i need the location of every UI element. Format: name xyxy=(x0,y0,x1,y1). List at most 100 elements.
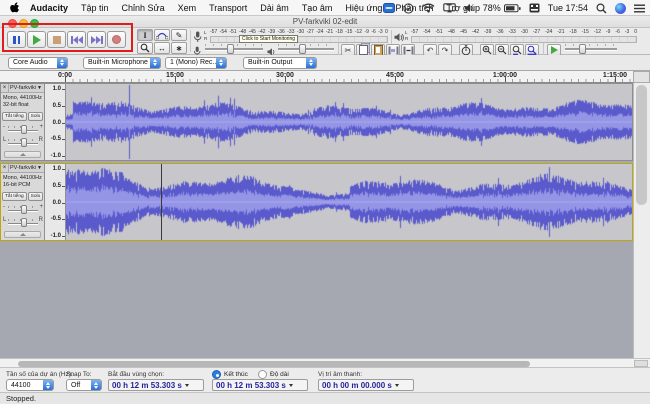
menu-clock[interactable]: Tue 17:54 xyxy=(548,3,588,13)
menu-item-2[interactable]: Tập tin xyxy=(81,3,109,13)
track1-waveform[interactable] xyxy=(66,84,632,160)
siri-icon[interactable] xyxy=(615,2,626,14)
meter-tick: -57 xyxy=(411,29,419,35)
display-mirroring-icon[interactable] xyxy=(443,3,456,13)
selection-end-field[interactable]: 00 h 12 m 53.303 s xyxy=(212,379,308,391)
vruler-label: -0.5 xyxy=(50,216,61,223)
stop-icon xyxy=(52,35,61,44)
recording-volume-slider[interactable] xyxy=(205,43,263,54)
track1-close-button[interactable]: × xyxy=(1,84,9,92)
horizontal-scrollbar-thumb[interactable] xyxy=(18,360,530,367)
track1-mute-button[interactable]: Tắt tiếng xyxy=(2,112,27,121)
track2-pan-slider[interactable]: L R xyxy=(3,217,43,228)
multi-tool-button[interactable]: ∗ xyxy=(171,42,187,54)
playback-device-select[interactable]: Built-in Output xyxy=(243,56,317,69)
spotlight-search-icon[interactable] xyxy=(596,2,607,14)
track2-close-button[interactable]: × xyxy=(1,164,9,172)
playback-meter-scale: -57 -54 -51 -48 -45 -42 -39 -36 -33 -30 -27 -24 -21-… xyxy=(411,30,637,35)
wifi-icon[interactable] xyxy=(422,3,435,13)
track1-menu-button[interactable]: ▼ xyxy=(37,85,44,91)
track2-title[interactable]: PV-farkviki 0 xyxy=(9,165,37,171)
horizontal-scrollbar[interactable] xyxy=(0,358,650,368)
monitoring-hint[interactable]: Click to Start Monitoring xyxy=(239,35,299,43)
vruler-label: 1.0 xyxy=(52,166,61,172)
track1-control-panel[interactable]: × PV-farkviki 0 ▼ Mono, 44100Hz 32-bit f… xyxy=(1,84,45,160)
menu-item-4[interactable]: Xem xyxy=(178,3,197,13)
stepper-icon xyxy=(43,380,53,390)
selection-end-radio[interactable]: Kết thúc xyxy=(212,370,248,379)
menu-item-3[interactable]: Chỉnh Sửa xyxy=(122,3,165,13)
vertical-scrollbar-thumb[interactable] xyxy=(636,85,647,205)
menu-item-1[interactable]: Audacity xyxy=(30,3,68,13)
menu-item-6[interactable]: Dải âm xyxy=(260,3,289,13)
track2-header[interactable]: × PV-farkviki 0 ▼ xyxy=(1,164,44,173)
check-circle-icon[interactable] xyxy=(403,2,414,14)
notification-center-icon[interactable] xyxy=(634,4,645,13)
track1-header[interactable]: × PV-farkviki 0 ▼ xyxy=(1,84,44,93)
menu-item-8[interactable]: Hiệu ứng xyxy=(345,3,382,13)
track2-collapse-button[interactable] xyxy=(4,231,41,238)
play-button[interactable] xyxy=(27,31,46,48)
stop-button[interactable] xyxy=(47,31,66,48)
play-at-speed-icon xyxy=(550,46,558,54)
field-dropdown-icon[interactable] xyxy=(184,383,189,387)
track2-mute-button[interactable]: Tắt tiếng xyxy=(2,192,27,201)
app-menu-icon[interactable] xyxy=(382,3,395,13)
keyboard-input-icon[interactable] xyxy=(529,3,540,13)
track-row-1[interactable]: × PV-farkviki 0 ▼ Mono, 44100Hz 32-bit f… xyxy=(0,83,633,161)
audio-position-field[interactable]: 00 h 00 m 00.000 s xyxy=(318,379,414,391)
track1-collapse-button[interactable] xyxy=(4,151,41,158)
recording-meter-scale: -57 -54 -51 -48 -45 -42 -39 -36 -33 -30 -27 -24 -21-… xyxy=(210,30,388,35)
track1-waveform-area[interactable] xyxy=(66,84,632,160)
audio-host-select[interactable]: Core Audio xyxy=(8,56,68,69)
track2-gain-slider[interactable]: - + xyxy=(3,204,43,215)
pause-button[interactable] xyxy=(7,31,26,48)
meter-tick: -6 xyxy=(615,29,620,35)
apple-icon[interactable] xyxy=(9,1,20,14)
menu-item-5[interactable]: Transport xyxy=(209,3,247,13)
battery-indicator[interactable]: 78% xyxy=(483,3,521,13)
snap-to-select[interactable]: Off xyxy=(66,379,102,391)
selection-start-field[interactable]: 00 h 12 m 53.303 s xyxy=(108,379,204,391)
track1-title[interactable]: PV-farkviki 0 xyxy=(9,85,37,91)
selection-length-radio[interactable]: Độ dài xyxy=(258,370,289,379)
project-rate-select[interactable]: 44100 xyxy=(6,379,54,391)
track1-solo-button[interactable]: Solo xyxy=(27,112,44,121)
recording-channels-select[interactable]: 1 (Mono) Rec... xyxy=(165,56,227,69)
meter-tick: -12 xyxy=(593,29,602,35)
timeline-ruler[interactable]: 0:0015:0030:0045:001:00:001:15:00 xyxy=(0,71,633,83)
track2-control-panel[interactable]: × PV-farkviki 0 ▼ Mono, 44100Hz 16-bit P… xyxy=(1,164,45,240)
menu-status-icons: 78% Tue 17:54 xyxy=(382,0,645,16)
track1-pan-slider[interactable]: L R xyxy=(3,137,43,148)
track2-solo-button[interactable]: Solo xyxy=(27,192,44,201)
playback-meter[interactable]: LR -57 -54 -51 -48 -45 -42 -39 -36 -33 -30 -27 -24-… xyxy=(394,30,638,43)
track-row-2[interactable]: × PV-farkviki 0 ▼ Mono, 44100Hz 16-bit P… xyxy=(0,163,633,241)
field-dropdown-icon[interactable] xyxy=(288,383,293,387)
selection-tool-button[interactable]: I xyxy=(137,29,153,41)
track2-waveform-area[interactable] xyxy=(66,164,632,240)
track2-menu-button[interactable]: ▼ xyxy=(37,165,44,171)
recording-meter-bars xyxy=(210,36,388,43)
track2-waveform[interactable] xyxy=(66,164,632,240)
track1-gain-slider[interactable]: - + xyxy=(3,124,43,135)
skip-to-start-button[interactable] xyxy=(67,31,86,48)
zoom-tool-button[interactable] xyxy=(137,42,153,54)
recording-meter[interactable]: LR -57 -54 -51 -48 -45 -42 -39 -36 -33 -30 -27 -24-… xyxy=(193,30,389,43)
timeshift-tool-button[interactable]: ↔ xyxy=(154,42,170,54)
volume-icon[interactable] xyxy=(464,3,475,13)
playback-volume-slider[interactable] xyxy=(278,43,334,54)
vruler-label: 0.5 xyxy=(52,102,61,109)
record-button[interactable] xyxy=(107,31,126,48)
radio-unselected-icon xyxy=(258,370,267,379)
vruler-label: -1.0 xyxy=(50,153,61,160)
meter-tick: -9 xyxy=(606,29,611,35)
draw-tool-button[interactable]: ✎ xyxy=(171,29,187,41)
playback-speed-slider[interactable] xyxy=(565,43,617,54)
field-dropdown-icon[interactable] xyxy=(394,383,399,387)
envelope-tool-button[interactable] xyxy=(154,29,170,41)
recording-device-select[interactable]: Built-in Microphone xyxy=(83,56,161,69)
vertical-scrollbar[interactable] xyxy=(633,83,650,358)
asterisk-icon: ∗ xyxy=(175,43,183,53)
skip-to-end-button[interactable] xyxy=(87,31,106,48)
menu-item-7[interactable]: Tạo âm xyxy=(302,3,333,13)
